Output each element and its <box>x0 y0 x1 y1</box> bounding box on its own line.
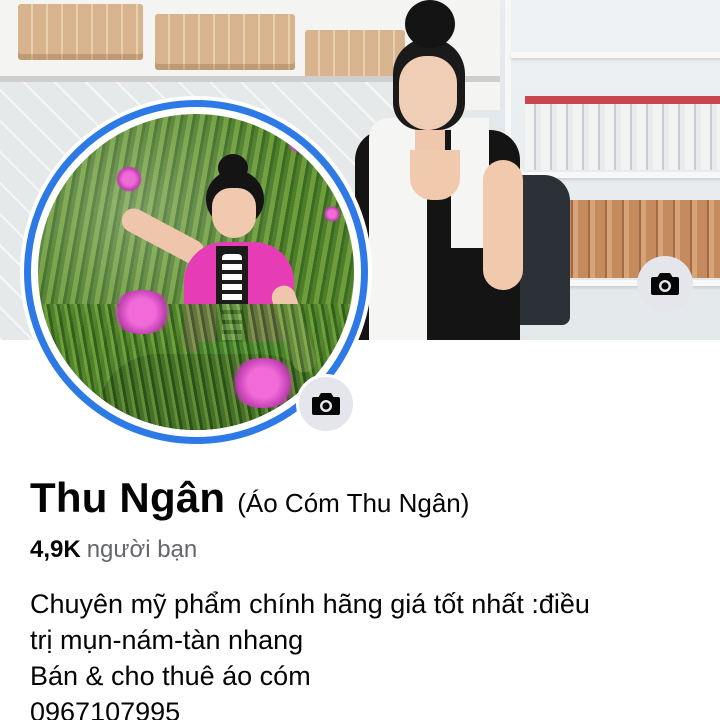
edit-profile-picture-button[interactable] <box>296 374 356 434</box>
cover-person <box>355 0 525 340</box>
cover-jars <box>18 4 143 60</box>
friends-count-link[interactable]: 4,9K người bạn <box>30 536 197 564</box>
bio-line: Chuyên mỹ phẩm chính hãng giá tốt nhất :… <box>30 589 590 619</box>
profile-name: Thu Ngân <box>30 474 226 521</box>
camera-icon <box>311 391 341 417</box>
cabinet-bottles <box>525 96 720 170</box>
cabinet-bottles <box>561 200 720 278</box>
profile-name-row: Thu Ngân (Áo Cóm Thu Ngân) <box>30 474 469 522</box>
bio-line: Bán & cho thuê áo cóm <box>30 661 311 691</box>
edit-cover-photo-button[interactable] <box>637 256 693 312</box>
profile-bio: Chuyên mỹ phẩm chính hãng giá tốt nhất :… <box>30 586 700 720</box>
profile-alternate-name: (Áo Cóm Thu Ngân) <box>237 488 470 518</box>
bio-line: 0967107995 <box>30 697 181 720</box>
friends-count: 4,9K <box>30 536 81 563</box>
camera-icon <box>650 271 680 297</box>
cabinet-shelf <box>511 52 720 58</box>
friends-label: người bạn <box>86 536 198 563</box>
bio-line: trị mụn-nám-tàn nhang <box>30 625 304 655</box>
cover-jars <box>155 14 295 70</box>
